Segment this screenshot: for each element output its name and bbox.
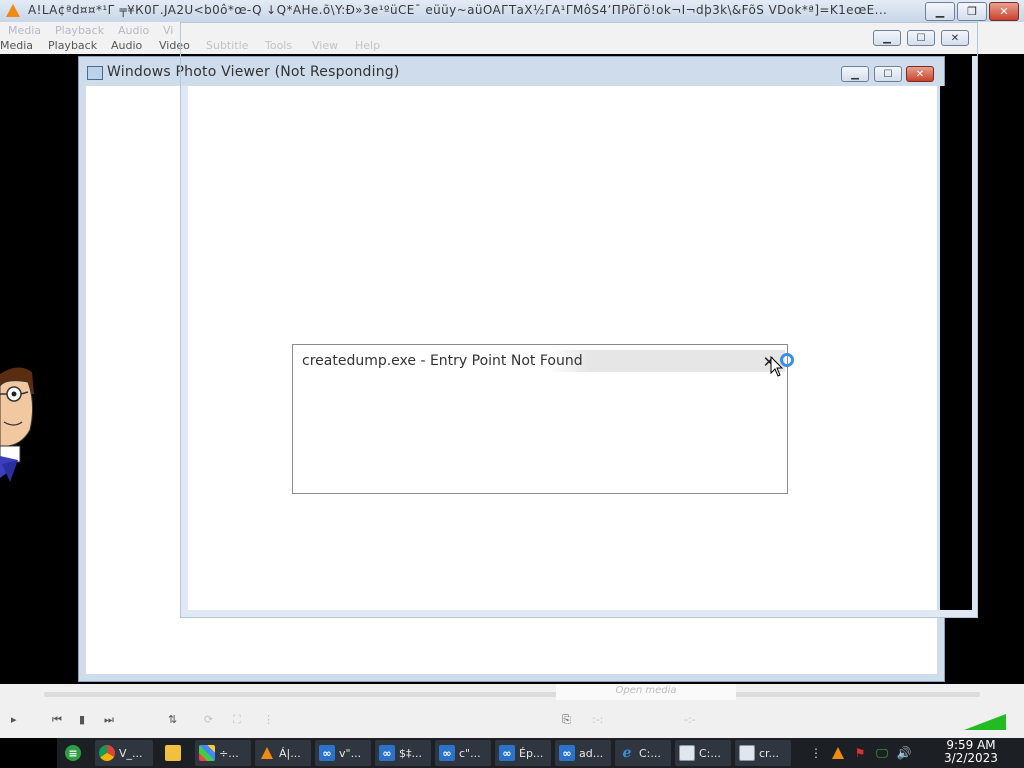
play-icon[interactable]: ▸ (11, 714, 17, 726)
mouse-pointer-icon (770, 356, 784, 377)
taskbar-label: Ép... (519, 746, 544, 760)
window-icon (739, 745, 755, 761)
cartoon-character-image (0, 367, 34, 482)
vlc-controls-bar: Open media ▸ ⏮ ▮ ⏭ ⇅ ⟳ ⛶ ⋮ ⎘ :-: -:- (0, 684, 1024, 738)
ghost-menu-audio: Audio (118, 24, 150, 37)
menu-playback[interactable]: Playback (48, 39, 97, 52)
seek-bar[interactable] (44, 692, 980, 697)
taskbar-item-vs-2[interactable]: ∞ $‡... (375, 740, 431, 766)
taskbar-label: V_... (119, 746, 143, 760)
minimize-button[interactable]: ▁ (925, 2, 955, 21)
taskbar: ≡ V_... ÷... Á|... ∞ v"... ∞ $‡... ∞ c".… (0, 738, 1024, 768)
visual-studio-icon: ∞ (439, 745, 455, 761)
action-center-flag-icon[interactable]: ⚑ (852, 745, 868, 761)
taskbar-item-vlc[interactable]: Á|... (255, 740, 311, 766)
taskbar-item-console-2[interactable]: cr... (735, 740, 791, 766)
error-dialog-title: createdump.exe - Entry Point Not Found (302, 353, 583, 369)
taskbar-label: ÷... (219, 746, 239, 760)
next-icon[interactable]: ⏭ (104, 714, 114, 726)
vlc-cone-icon (6, 4, 20, 17)
internet-explorer-icon: ℯ (622, 745, 632, 761)
taskbar-item-chrome[interactable]: V_... (95, 740, 153, 766)
taskbar-item-explorer[interactable] (161, 740, 187, 766)
vlc-tray-icon[interactable] (830, 745, 846, 761)
taskbar-label: c"... (459, 746, 481, 760)
frame-step-icon[interactable]: ⇅ (168, 714, 177, 726)
time-total-icon: -:- (684, 713, 696, 726)
time-elapsed-icon: :-: (592, 713, 604, 726)
chat-app-icon: ≡ (65, 745, 81, 761)
visual-studio-icon: ∞ (559, 745, 575, 761)
network-icon[interactable]: 🖵 (874, 745, 890, 761)
clock-date: 3/2/2023 (944, 751, 998, 765)
taskbar-item-multi[interactable]: ÷... (195, 740, 251, 766)
fullscreen-icon[interactable]: ⛶ (233, 714, 241, 726)
taskbar-label: $‡... (399, 746, 422, 760)
taskbar-label: v"... (339, 746, 362, 760)
restore-button[interactable]: ❐ (957, 2, 987, 21)
clock[interactable]: 9:59 AM 3/2/2023 (936, 739, 1006, 767)
ghost-menu-media: Media (8, 24, 42, 37)
close-icon: ✕ (999, 5, 1009, 18)
taskbar-item-console-1[interactable]: C:... (675, 740, 731, 766)
volume-icon[interactable]: 🔊 (896, 745, 912, 761)
volume-slider[interactable] (964, 714, 1006, 730)
minimize-icon: ▁ (935, 5, 945, 18)
open-media-hint: Open media (556, 684, 736, 700)
visual-studio-icon: ∞ (499, 745, 515, 761)
chrome-icon (99, 745, 115, 761)
visual-studio-icon: ∞ (379, 745, 395, 761)
system-tray: ⋮ ⚑ 🖵 🔊 (802, 738, 936, 768)
taskbar-item-vs-1[interactable]: ∞ v"... (315, 740, 371, 766)
menu-audio[interactable]: Audio (111, 39, 142, 52)
taskbar-item-vs-5[interactable]: ∞ ad... (555, 740, 611, 766)
ghost-window-frame (180, 22, 978, 618)
vlc-title-bar[interactable]: A!LA¢ªd¤¤*¹Г ╤¥К0Г.JA2U<b0ô*œ-Q ↓Q*AHe.õ… (0, 0, 1024, 23)
vlc-icon (259, 745, 275, 761)
ghost-menu-video: Vi (163, 24, 174, 37)
taskbar-item-ie[interactable]: ℯ C:... (615, 740, 671, 766)
previous-icon[interactable]: ⏮ (52, 714, 62, 726)
taskbar-label: Á|... (279, 746, 301, 760)
close-button[interactable]: ✕ (989, 2, 1019, 21)
folder-icon (165, 745, 181, 761)
ghost-menu-playback: Playback (55, 24, 105, 37)
overflow-icon[interactable]: ⋮ (808, 745, 824, 761)
photo-viewer-icon (87, 66, 103, 80)
taskbar-label: ad... (579, 746, 604, 760)
window-icon (679, 745, 695, 761)
menu-media[interactable]: Media (0, 39, 33, 52)
taskbar-label: C:... (639, 746, 661, 760)
stop-icon[interactable]: ▮ (79, 714, 85, 726)
taskbar-item-vs-4[interactable]: ∞ Ép... (495, 740, 551, 766)
taskbar-item-app[interactable]: ≡ (61, 740, 91, 766)
shuffle-icon[interactable]: ⋮ (263, 714, 274, 726)
loop-icon[interactable]: ⟳ (204, 714, 213, 726)
taskbar-item-vs-3[interactable]: ∞ c"... (435, 740, 491, 766)
taskbar-label: C:... (699, 746, 721, 760)
vlc-window-title: A!LA¢ªd¤¤*¹Г ╤¥К0Г.JA2U<b0ô*œ-Q ↓Q*AHe.õ… (28, 3, 888, 17)
visual-studio-icon: ∞ (319, 745, 335, 761)
multi-app-icon (199, 745, 215, 761)
taskbar-label: cr... (759, 746, 780, 760)
restore-icon: ❐ (967, 5, 977, 18)
playlist-icon[interactable]: ⎘ (562, 714, 571, 726)
